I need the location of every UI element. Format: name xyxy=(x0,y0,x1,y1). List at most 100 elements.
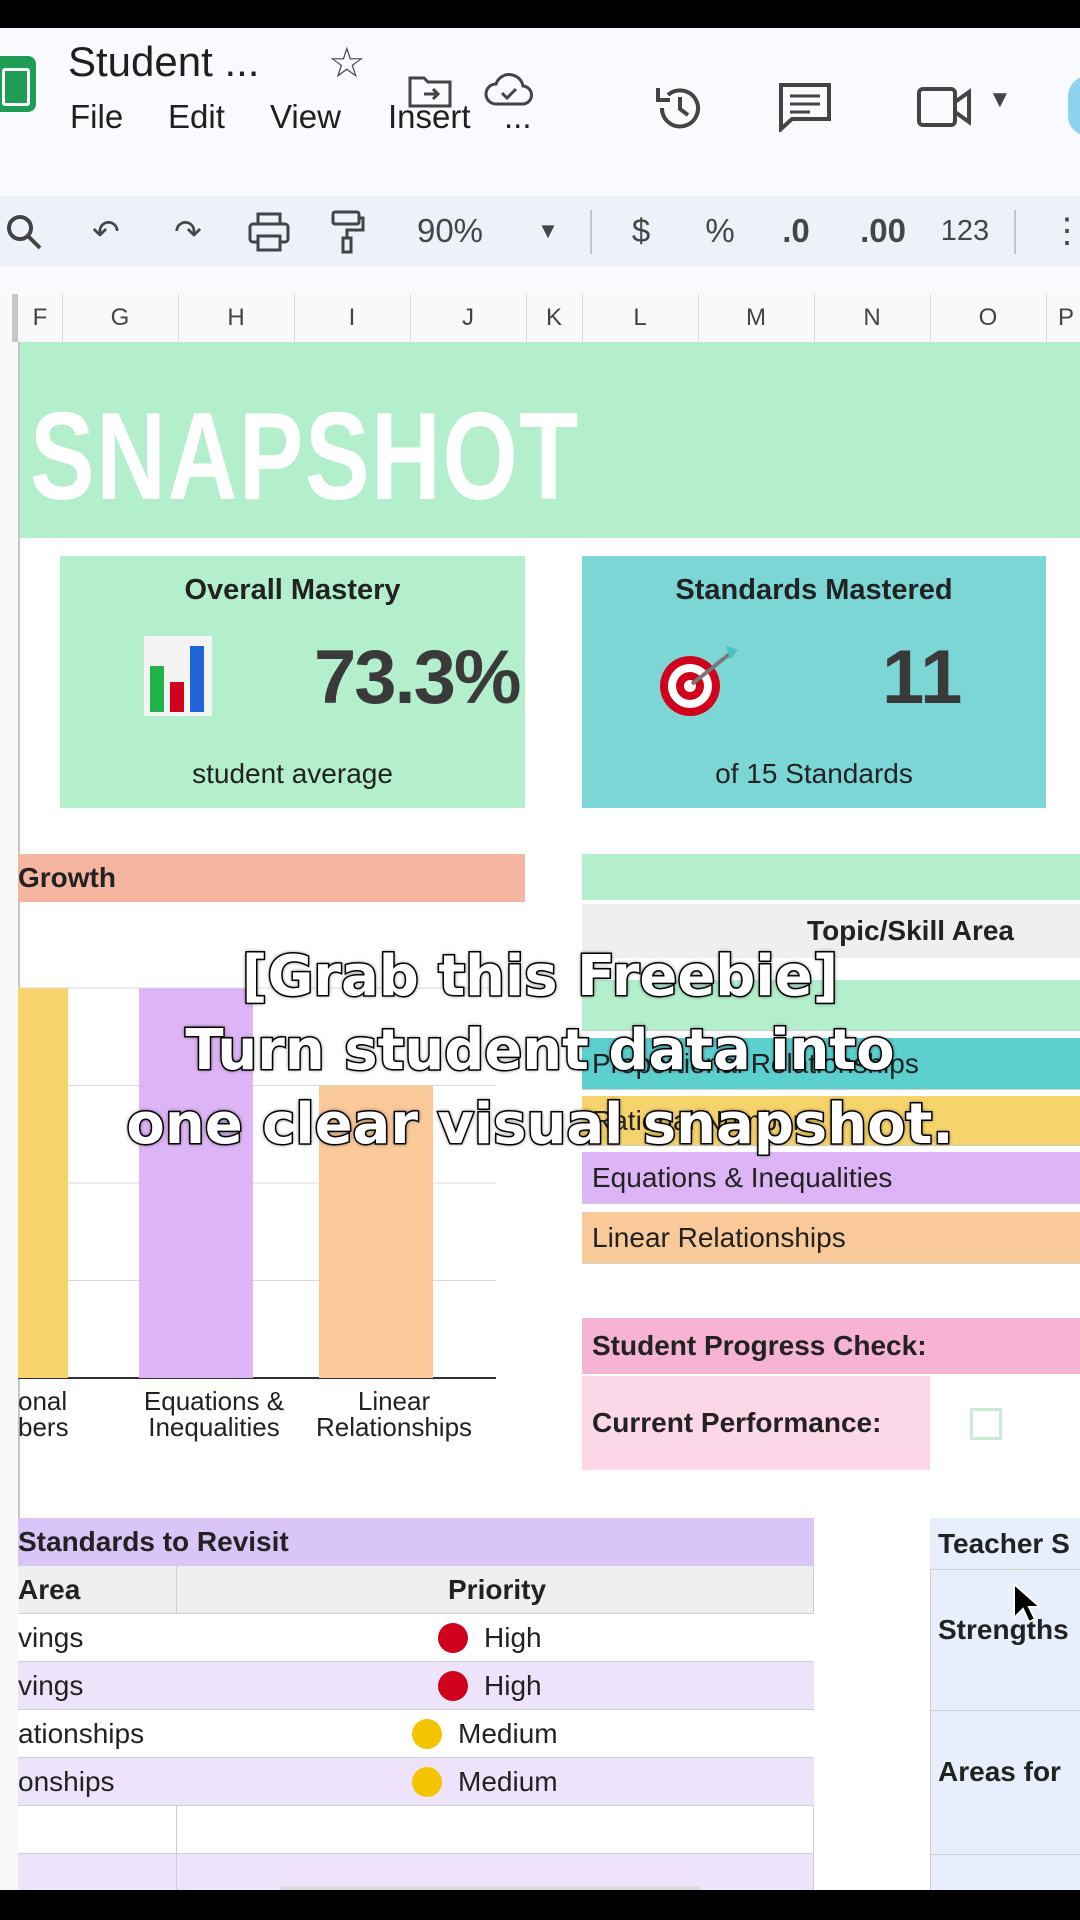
teacher-divider xyxy=(930,1854,1080,1855)
strengths-text: Strengths xyxy=(938,1614,1069,1645)
areas-for-text: Areas for xyxy=(938,1756,1061,1787)
column-header-o[interactable]: O xyxy=(930,294,1047,342)
teacher-header: Teacher S xyxy=(930,1518,1080,1570)
revisit-empty-row xyxy=(18,1854,814,1890)
revisit-row: ationships Medium xyxy=(18,1710,814,1758)
paint-format-icon[interactable] xyxy=(330,210,366,254)
mastery-caption: student average xyxy=(192,758,393,789)
more-options-icon[interactable]: ⋮ xyxy=(1050,196,1080,266)
priority-dot-icon xyxy=(438,1622,468,1653)
topic-label: Equations & Inequalities xyxy=(592,1161,893,1193)
chart-category-label-line: Relationships xyxy=(315,1412,473,1442)
revisit-area: vings xyxy=(18,1669,84,1701)
zoom-select[interactable]: 90% xyxy=(406,196,494,266)
star-icon[interactable]: ☆ xyxy=(328,38,366,87)
overall-mastery-card: Overall Mastery 73.3% student average xyxy=(60,556,525,808)
increase-decimal-button[interactable]: .00 xyxy=(858,196,908,266)
column-header-p[interactable]: P xyxy=(1046,294,1080,342)
sheets-logo-icon[interactable] xyxy=(0,56,36,112)
column-header-i[interactable]: I xyxy=(294,294,411,342)
toolbar: ↶ ↷ 90% ▼ $ % .0 .00 123 ⋮ xyxy=(0,196,1080,266)
chart-category-label: Linear Relationships xyxy=(294,1388,494,1440)
revisit-area: ationships xyxy=(18,1717,145,1749)
print-icon[interactable] xyxy=(248,212,290,252)
teacher-header-label: Teacher S xyxy=(938,1527,1070,1559)
account-avatar[interactable] xyxy=(1068,76,1080,136)
comments-icon[interactable] xyxy=(778,82,832,132)
performance-checkbox[interactable] xyxy=(970,1408,1002,1440)
format-percent-button[interactable]: % xyxy=(704,196,736,266)
priority-dot-icon xyxy=(412,1766,442,1797)
current-performance-label: Current Performance: xyxy=(592,1407,882,1438)
toolbar-divider xyxy=(1014,210,1016,254)
standards-title: Standards Mastered xyxy=(675,574,953,606)
horizontal-scrollbar[interactable] xyxy=(280,1886,700,1890)
column-header-l[interactable]: L xyxy=(582,294,699,342)
chart-category-label-line: Linear xyxy=(357,1386,431,1416)
revisit-empty-row xyxy=(18,1806,814,1854)
toolbar-divider xyxy=(590,210,592,254)
menu-file[interactable]: File xyxy=(70,98,123,136)
current-performance-cell: Current Performance: xyxy=(582,1376,930,1470)
bar-chart-icon xyxy=(144,636,212,716)
column-header-n[interactable]: N xyxy=(814,294,931,342)
revisit-area: onships xyxy=(18,1765,115,1797)
standards-caption: of 15 Standards xyxy=(715,758,913,789)
revisit-area: vings xyxy=(18,1621,84,1653)
search-menus-icon[interactable] xyxy=(4,212,44,252)
version-history-icon[interactable] xyxy=(652,80,708,136)
column-header-m[interactable]: M xyxy=(698,294,815,342)
teacher-section xyxy=(930,1518,1080,1890)
priority-dot-icon xyxy=(412,1718,442,1749)
menu-edit[interactable]: Edit xyxy=(168,98,225,136)
areas-for-label: Areas for xyxy=(938,1756,1061,1788)
column-header-h[interactable]: H xyxy=(178,294,295,342)
document-title[interactable]: Student ... xyxy=(68,38,259,86)
priority-label: High xyxy=(484,1621,542,1653)
revisit-header: Standards to Revisit xyxy=(18,1518,814,1566)
column-header-g[interactable]: G xyxy=(62,294,179,342)
meet-video-icon[interactable] xyxy=(916,86,972,128)
revisit-priority: High xyxy=(438,1622,542,1654)
format-currency-button[interactable]: $ xyxy=(626,196,656,266)
priority-label: Medium xyxy=(458,1717,558,1749)
chart-category-label: Equations & Inequalities xyxy=(114,1388,314,1440)
menu-more[interactable]: ... xyxy=(504,98,532,136)
caption-line-2: Turn student data into xyxy=(184,1017,896,1085)
progress-header-label: Student Progress Check: xyxy=(592,1330,927,1361)
revisit-column-headers: Area Priority xyxy=(18,1566,814,1614)
column-header-f[interactable]: F xyxy=(18,294,63,342)
redo-icon[interactable]: ↷ xyxy=(168,196,208,266)
mastery-value: 73.3% xyxy=(314,635,521,720)
banner-title: SNAPSHOT xyxy=(30,388,580,526)
priority-dot-icon xyxy=(438,1670,468,1701)
revisit-priority: High xyxy=(438,1670,542,1702)
snapshot-banner: SNAPSHOT xyxy=(20,342,1080,538)
mouse-cursor-icon xyxy=(1013,1582,1040,1624)
zoom-dropdown-icon[interactable]: ▼ xyxy=(534,196,562,266)
revisit-col-priority: Priority xyxy=(448,1573,547,1605)
progress-header: Student Progress Check: xyxy=(582,1318,1080,1374)
priority-label: Medium xyxy=(458,1765,558,1797)
revisit-header-label: Standards to Revisit xyxy=(18,1526,289,1557)
mastery-title: Overall Mastery xyxy=(184,574,401,606)
decrease-decimal-button[interactable]: .0 xyxy=(776,196,816,266)
menu-insert[interactable]: Insert xyxy=(388,98,471,136)
video-caption: [Grab this Freebie] Turn student data in… xyxy=(0,940,1080,1162)
teacher-divider xyxy=(930,1710,1080,1711)
topic-label: Linear Relationships xyxy=(592,1221,846,1253)
chevron-down-icon[interactable]: ▼ xyxy=(988,86,1012,114)
toolbar-area: ↶ ↷ 90% ▼ $ % .0 .00 123 ⋮ xyxy=(0,168,1080,294)
column-header-j[interactable]: J xyxy=(410,294,527,342)
chart-category-label-line: onal xyxy=(18,1386,68,1416)
standards-value: 11 xyxy=(882,635,963,720)
topic-top-band xyxy=(582,854,1080,900)
standards-mastered-card: Standards Mastered 11 of 15 Standards xyxy=(582,556,1046,808)
title-bar: Student ... ☆ ▼ File Edit View Insert ..… xyxy=(0,28,1080,168)
column-header-k[interactable]: K xyxy=(526,294,583,342)
undo-icon[interactable]: ↶ xyxy=(86,196,126,266)
menu-view[interactable]: View xyxy=(270,98,341,136)
more-formats-button[interactable]: 123 xyxy=(940,196,990,266)
revisit-row: vings High xyxy=(18,1614,814,1662)
caption-line-1: [Grab this Freebie] xyxy=(240,943,839,1011)
